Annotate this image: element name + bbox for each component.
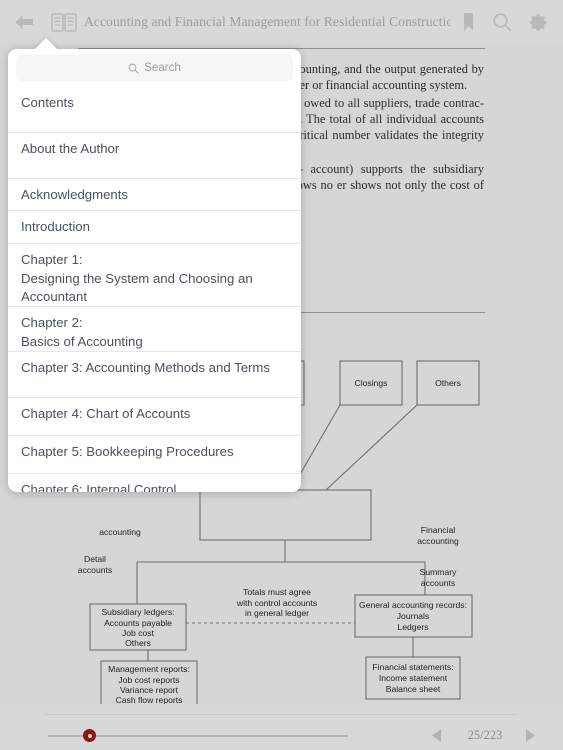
search-button[interactable] (485, 0, 519, 44)
toc-item-chapter-6[interactable]: Chapter 6: Internal Control (8, 474, 301, 492)
label-financial-accounting-l2: accounting (417, 536, 459, 546)
box-general-l1: General accounting records: (359, 600, 467, 610)
open-book-icon (51, 12, 77, 32)
body-line: is critical number validates the integri… (281, 128, 484, 143)
toc-item-label: Introduction (21, 219, 90, 234)
toc-item-label: Contents (21, 95, 74, 110)
box-fs-l1: Financial statements: (372, 662, 453, 672)
toc-item-about-the-author[interactable]: About the Author (8, 133, 301, 179)
toc-item-chapter-1[interactable]: Chapter 1: Designing the System and Choo… (8, 244, 301, 307)
table-of-contents-popover: Search Contents About the Author Acknowl… (8, 49, 301, 492)
toc-item-label: Chapter 6: Internal Control (21, 482, 177, 492)
toc-item-label: Chapter 1: (21, 252, 83, 267)
bookmark-icon (463, 13, 473, 31)
toc-item-label: Chapter 5: Bookkeeping Procedures (21, 444, 234, 459)
box-subsidiary-l4: Others (125, 638, 151, 648)
prev-page-triangle-icon (432, 729, 441, 742)
label-financial-accounting-l1: Financial (421, 525, 455, 535)
box-fs-l2: Income statement (379, 673, 448, 683)
book-title: Accounting and Financial Management for … (84, 14, 451, 29)
toc-item-label: Basics of Accounting (21, 333, 143, 349)
toc-list[interactable]: Contents About the Author Acknowledgment… (8, 87, 301, 492)
page-indicator: 25/223 (467, 728, 503, 742)
box-trunk (199, 489, 372, 541)
toc-item-chapter-2[interactable]: Chapter 2: Basics of Accounting (8, 307, 301, 352)
top-toolbar: Accounting and Financial Management for … (0, 0, 563, 44)
toc-item-introduction[interactable]: Introduction (8, 211, 301, 244)
page-slider-handle[interactable] (83, 729, 96, 742)
box-mgmt-l1: Management reports: (108, 664, 190, 674)
box-mgmt-l3: Variance report (120, 685, 179, 695)
toc-item-label: Accountant (21, 289, 87, 304)
bookmark-button[interactable] (451, 0, 485, 44)
toc-item-label: About the Author (21, 141, 120, 156)
toc-item-acknowledgments[interactable]: Acknowledgments (8, 179, 301, 211)
bottom-rule (45, 714, 518, 715)
box-mgmt-l2: Job cost reports (118, 675, 179, 685)
back-arrow-icon (15, 15, 33, 29)
search-placeholder: Search (144, 62, 181, 74)
search-icon (493, 13, 512, 32)
toc-item-chapter-4[interactable]: Chapter 4: Chart of Accounts (8, 398, 301, 436)
label-summary-accounts-l1: Summary (420, 567, 457, 577)
popover-tail (34, 38, 58, 50)
running-head: Basics of Accounting (0, 44, 563, 46)
box-general-l2: Journals (397, 611, 429, 621)
toc-item-label: Chapter 3: Accounting Methods and Terms (21, 360, 270, 375)
settings-button[interactable] (519, 0, 557, 44)
label-totals-l3: in general ledger (245, 608, 309, 618)
search-input[interactable]: Search (16, 55, 293, 81)
toc-item-label: Designing the System and Choosing an (21, 270, 253, 286)
connector-others (325, 404, 418, 491)
next-page-triangle-icon (526, 729, 535, 742)
box-general-l3: Ledgers (397, 622, 428, 632)
label-summary-accounts-l2: accounts (421, 578, 455, 588)
toc-item-label: Chapter 2: (21, 315, 83, 330)
box-others-label: Others (435, 378, 461, 388)
toc-item-label: Chapter 4: Chart of Accounts (21, 406, 191, 421)
body-line: lger or financial accounting system. (289, 78, 468, 93)
toc-item-chapter-5[interactable]: Chapter 5: Bookkeeping Procedures (8, 436, 301, 474)
toc-search-container: Search (8, 49, 301, 87)
label-detail-accounts-l1: Detail (84, 554, 106, 564)
box-subsidiary-l2: Accounts payable (104, 618, 172, 628)
label-detail-accounts-l2: accounts (78, 565, 112, 575)
box-fs-l3: Balance sheet (386, 684, 441, 694)
box-subsidiary-l1: Subsidiary ledgers: (101, 607, 174, 617)
body-line: ers. The total of all individual account… (284, 111, 484, 126)
toc-item-chapter-3[interactable]: Chapter 3: Accounting Methods and Terms (8, 352, 301, 398)
label-accounting-clipped: accounting (99, 527, 141, 537)
previous-page-button[interactable] (430, 728, 446, 744)
toc-item-label: Acknowledgments (21, 187, 129, 202)
search-icon (128, 63, 140, 74)
next-page-button[interactable] (524, 728, 540, 744)
toc-item-contents[interactable]: Contents (8, 87, 301, 133)
body-line: ount owed to all suppliers, trade contra… (278, 95, 485, 110)
box-closings-label: Closings (355, 378, 388, 388)
gear-icon (529, 13, 546, 31)
box-subsidiary-l3: Job cost (122, 628, 155, 638)
label-totals-l1: Totals must agree (243, 587, 311, 597)
box-mgmt-l4: Cash flow reports (116, 695, 183, 704)
bottom-toolbar: 25/223 (0, 704, 563, 750)
label-totals-l2: with control accounts (236, 598, 317, 608)
body-line: accounting, and the output generated by (282, 62, 484, 76)
